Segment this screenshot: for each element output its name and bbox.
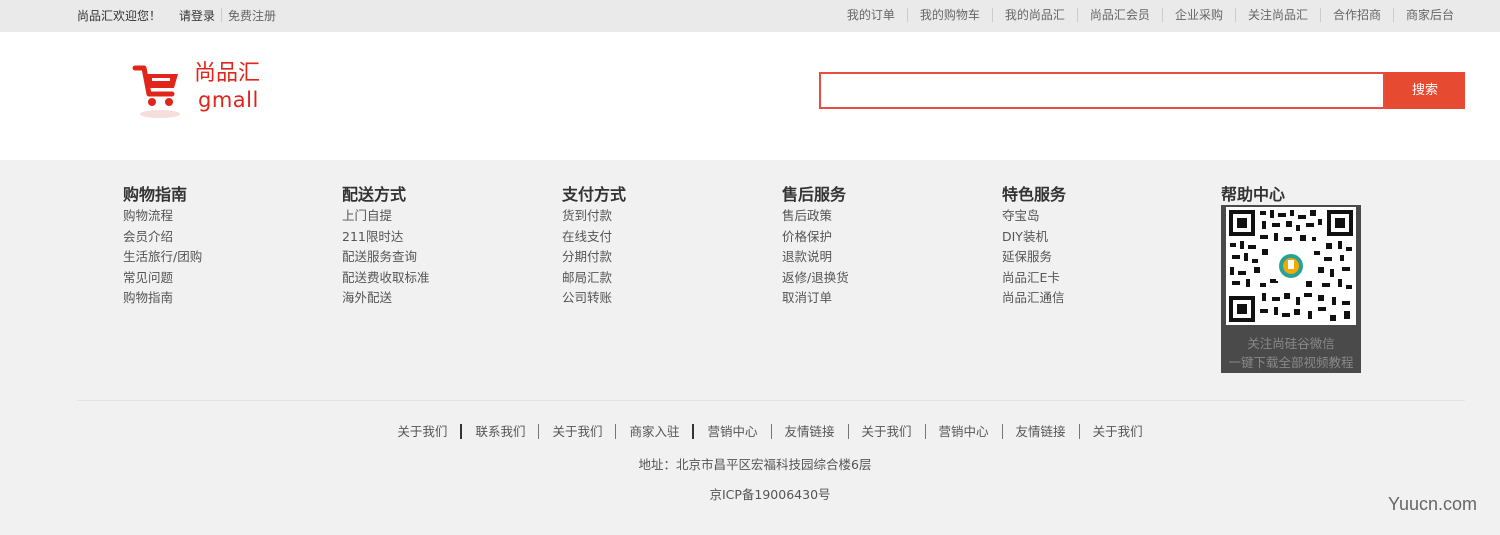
top-nav-my-gmall[interactable]: 我的尚品汇 <box>991 8 1077 22</box>
footer-link-marketing[interactable]: 营销中心 <box>924 424 1002 439</box>
register-link[interactable]: 免费注册 <box>228 9 276 23</box>
top-nav: 我的订单 我的购物车 我的尚品汇 尚品汇会员 企业采购 关注尚品汇 合作招商 商… <box>835 7 1454 22</box>
help-link[interactable]: 会员介绍 <box>123 227 303 248</box>
footer-divider <box>77 400 1465 401</box>
top-nav-membership[interactable]: 尚品汇会员 <box>1076 8 1162 22</box>
search-box <box>819 72 1385 109</box>
help-link[interactable]: 夺宝岛 <box>1002 206 1182 227</box>
help-column-after-sales: 售后服务 售后政策 价格保护 退款说明 返修/退换货 取消订单 <box>782 185 962 309</box>
help-link[interactable]: 海外配送 <box>342 288 522 309</box>
footer-link-marketing[interactable]: 营销中心 <box>692 424 770 439</box>
footer-icp: 京ICP备19006430号 <box>709 487 831 502</box>
help-link[interactable]: 延保服务 <box>1002 247 1182 268</box>
logo-text-en: gmall <box>198 88 259 112</box>
help-link[interactable]: 配送费收取标准 <box>342 268 522 289</box>
help-column-title: 购物指南 <box>123 185 188 204</box>
search-input[interactable] <box>821 74 1383 107</box>
help-link[interactable]: 常见问题 <box>123 268 303 289</box>
help-link[interactable]: 售后政策 <box>782 206 962 227</box>
help-center-title: 帮助中心 <box>1221 185 1286 204</box>
search-button[interactable]: 搜索 <box>1385 72 1465 109</box>
qr-panel: 关注尚硅谷微信 一键下载全部视频教程 <box>1221 205 1361 373</box>
help-link[interactable]: DIY装机 <box>1002 227 1182 248</box>
help-section: 购物指南 购物流程 会员介绍 生活旅行/团购 常见问题 购物指南 配送方式 上门… <box>0 160 1500 535</box>
top-nav-seller[interactable]: 商家后台 <box>1392 8 1454 22</box>
footer-link-about[interactable]: 关于我们 <box>1078 424 1156 439</box>
footer-link-friend-links[interactable]: 友情链接 <box>770 424 848 439</box>
help-column-delivery: 配送方式 上门自提 211限时达 配送服务查询 配送费收取标准 海外配送 <box>342 185 522 309</box>
help-link[interactable]: 上门自提 <box>342 206 522 227</box>
help-link[interactable]: 尚品汇E卡 <box>1002 268 1182 289</box>
help-link[interactable]: 返修/退换货 <box>782 268 962 289</box>
help-link[interactable]: 购物流程 <box>123 206 303 227</box>
help-link[interactable]: 配送服务查询 <box>342 247 522 268</box>
footer-link-merchants[interactable]: 商家入驻 <box>615 424 692 439</box>
top-nav-my-cart[interactable]: 我的购物车 <box>906 8 992 22</box>
help-link[interactable]: 分期付款 <box>562 247 742 268</box>
help-link[interactable]: 购物指南 <box>123 288 303 309</box>
watermark: Yuucn.com <box>1388 494 1478 514</box>
help-column-title: 配送方式 <box>342 185 407 204</box>
cart-logo-icon <box>132 65 180 118</box>
header: 尚品汇 gmall 搜索 <box>0 32 1500 160</box>
qr-code-icon <box>1226 207 1356 325</box>
footer-link-about[interactable]: 关于我们 <box>538 424 615 439</box>
help-column-title: 支付方式 <box>562 185 627 204</box>
top-nav-follow[interactable]: 关注尚品汇 <box>1234 8 1320 22</box>
help-link[interactable]: 退款说明 <box>782 247 962 268</box>
footer-link-friend-links[interactable]: 友情链接 <box>1001 424 1079 439</box>
help-center: 帮助中心 关注尚硅谷微信 一键下载全部视频教程 <box>1221 185 1363 373</box>
footer-link-about[interactable]: 关于我们 <box>847 424 925 439</box>
divider <box>221 8 223 22</box>
help-link[interactable]: 货到付款 <box>562 206 742 227</box>
logo-text-cn: 尚品汇 <box>194 61 261 86</box>
help-link[interactable]: 211限时达 <box>342 227 522 248</box>
help-column-special-services: 特色服务 夺宝岛 DIY装机 延保服务 尚品汇E卡 尚品汇通信 <box>1002 185 1182 309</box>
top-nav-enterprise[interactable]: 企业采购 <box>1161 8 1235 22</box>
top-bar-left: 尚品汇欢迎您！ 请登录 免费注册 <box>77 7 276 24</box>
footer-links: 关于我们 联系我们 关于我们 商家入驻 营销中心 友情链接 关于我们 营销中心 … <box>0 424 1500 439</box>
help-link[interactable]: 公司转账 <box>562 288 742 309</box>
logo[interactable]: 尚品汇 gmall <box>132 60 282 130</box>
footer-link-about[interactable]: 关于我们 <box>384 424 460 439</box>
top-nav-my-orders[interactable]: 我的订单 <box>835 8 907 22</box>
help-column-shopping-guide: 购物指南 购物流程 会员介绍 生活旅行/团购 常见问题 购物指南 <box>123 185 303 309</box>
help-link[interactable]: 取消订单 <box>782 288 962 309</box>
help-column-title: 特色服务 <box>1002 185 1067 204</box>
help-link[interactable]: 邮局汇款 <box>562 268 742 289</box>
welcome-text: 尚品汇欢迎您！ <box>77 9 162 23</box>
help-column-title: 售后服务 <box>782 185 847 204</box>
qr-caption-line-1: 关注尚硅谷微信 <box>1247 336 1335 351</box>
footer-address: 地址：北京市昌平区宏福科技园综合楼6层 <box>638 457 872 472</box>
top-bar: 尚品汇欢迎您！ 请登录 免费注册 我的订单 我的购物车 我的尚品汇 尚品汇会员 企业… <box>0 0 1500 32</box>
top-nav-partner[interactable]: 合作招商 <box>1319 8 1393 22</box>
login-link[interactable]: 请登录 <box>179 9 215 23</box>
footer-link-contact[interactable]: 联系我们 <box>460 424 538 439</box>
help-link[interactable]: 在线支付 <box>562 227 742 248</box>
help-link[interactable]: 价格保护 <box>782 227 962 248</box>
help-column-payment: 支付方式 货到付款 在线支付 分期付款 邮局汇款 公司转账 <box>562 185 742 309</box>
qr-caption-line-2: 一键下载全部视频教程 <box>1228 355 1354 370</box>
help-link[interactable]: 尚品汇通信 <box>1002 288 1182 309</box>
help-link[interactable]: 生活旅行/团购 <box>123 247 303 268</box>
